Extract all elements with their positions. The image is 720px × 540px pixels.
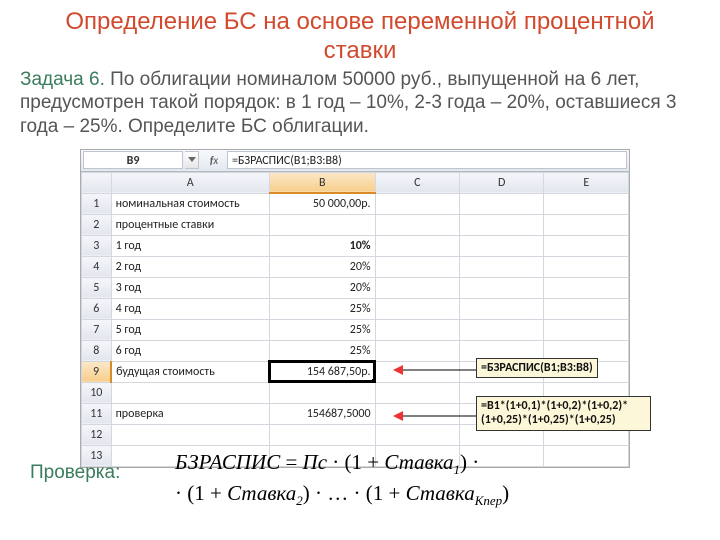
page-title: Определение БС на основе переменной проц… (0, 0, 720, 68)
row-header[interactable]: 9 (82, 361, 112, 382)
callout-formula-1: =БЗРАСПИС(B1;B3:B8) (476, 358, 598, 378)
col-header-E[interactable]: E (544, 172, 629, 193)
cell[interactable] (544, 298, 629, 319)
cell[interactable] (375, 193, 459, 214)
cell[interactable] (460, 256, 544, 277)
cell[interactable] (375, 235, 459, 256)
cell[interactable]: 154687,5000 (269, 403, 375, 424)
cell[interactable] (269, 214, 375, 235)
cell[interactable]: 3 год (111, 277, 269, 298)
cell[interactable]: 20% (269, 277, 375, 298)
cell[interactable] (544, 277, 629, 298)
cell[interactable] (544, 214, 629, 235)
row-header[interactable]: 12 (82, 424, 112, 445)
cell[interactable] (375, 403, 459, 424)
cell[interactable] (375, 319, 459, 340)
cell[interactable] (269, 424, 375, 445)
cell[interactable]: будущая стоимость (111, 361, 269, 382)
cell[interactable] (375, 298, 459, 319)
check-label: Проверка: (30, 462, 120, 484)
cell[interactable] (375, 214, 459, 235)
cell[interactable] (460, 214, 544, 235)
cell[interactable] (544, 235, 629, 256)
cell[interactable]: 10% (269, 235, 375, 256)
fill-handle[interactable] (372, 379, 376, 383)
cell[interactable]: процентные ставки (111, 214, 269, 235)
name-box-dropdown[interactable] (185, 151, 199, 169)
cell[interactable]: 5 год (111, 319, 269, 340)
task-label: Задача 6. (20, 69, 105, 90)
row-header[interactable]: 4 (82, 256, 112, 277)
cell[interactable]: 25% (269, 340, 375, 361)
col-header-A[interactable]: A (111, 172, 269, 193)
cell[interactable] (460, 298, 544, 319)
active-cell[interactable]: 154 687,50р. (269, 361, 375, 382)
formula-input[interactable]: =БЗРАСПИС(B1;B3:B8) (227, 151, 627, 169)
col-header-C[interactable]: C (375, 172, 459, 193)
cell[interactable] (111, 424, 269, 445)
cell[interactable] (544, 256, 629, 277)
cell[interactable] (544, 319, 629, 340)
callout-formula-2: =B1*(1+0,1)*(1+0,2)*(1+0,2)*(1+0,25)*(1+… (476, 396, 651, 431)
cell[interactable] (375, 424, 459, 445)
cell[interactable] (460, 193, 544, 214)
cell[interactable] (544, 445, 629, 466)
row-header[interactable]: 2 (82, 214, 112, 235)
cell[interactable] (460, 319, 544, 340)
row-header[interactable]: 8 (82, 340, 112, 361)
cell[interactable] (375, 256, 459, 277)
cell[interactable]: 2 год (111, 256, 269, 277)
fx-icon[interactable]: fx (205, 151, 223, 169)
problem-text: Задача 6. По облигации номиналом 50000 р… (0, 68, 720, 147)
cell[interactable] (544, 193, 629, 214)
spreadsheet: B9 fx =БЗРАСПИС(B1;B3:B8) A B C D E 1ном… (80, 149, 630, 468)
col-header-D[interactable]: D (460, 172, 544, 193)
col-header-B[interactable]: B (269, 172, 375, 193)
cell[interactable] (460, 235, 544, 256)
problem-body: По облигации номиналом 50000 руб., выпущ… (20, 69, 676, 138)
select-all-corner[interactable] (82, 172, 112, 193)
cell[interactable] (269, 382, 375, 403)
cell[interactable] (375, 277, 459, 298)
row-header[interactable]: 7 (82, 319, 112, 340)
cell[interactable] (460, 277, 544, 298)
math-formula: БЗРАСПИС = Пс · (1 + Ставка1) · · (1 + С… (175, 448, 509, 509)
row-header[interactable]: 5 (82, 277, 112, 298)
cell[interactable]: 20% (269, 256, 375, 277)
cell[interactable]: 25% (269, 319, 375, 340)
row-header[interactable]: 11 (82, 403, 112, 424)
cell[interactable] (375, 361, 459, 382)
cell[interactable]: 1 год (111, 235, 269, 256)
cell[interactable]: 50 000,00р. (269, 193, 375, 214)
cell[interactable]: номинальная стоимость (111, 193, 269, 214)
row-header[interactable]: 1 (82, 193, 112, 214)
formula-bar: B9 fx =БЗРАСПИС(B1;B3:B8) (81, 150, 629, 172)
cell[interactable]: 4 год (111, 298, 269, 319)
cell[interactable]: 6 год (111, 340, 269, 361)
cell[interactable]: 25% (269, 298, 375, 319)
row-header[interactable]: 6 (82, 298, 112, 319)
name-box[interactable]: B9 (83, 151, 183, 169)
cell[interactable] (111, 382, 269, 403)
cell[interactable] (375, 382, 459, 403)
cell[interactable] (375, 340, 459, 361)
cell[interactable]: проверка (111, 403, 269, 424)
row-header[interactable]: 10 (82, 382, 112, 403)
row-header[interactable]: 3 (82, 235, 112, 256)
